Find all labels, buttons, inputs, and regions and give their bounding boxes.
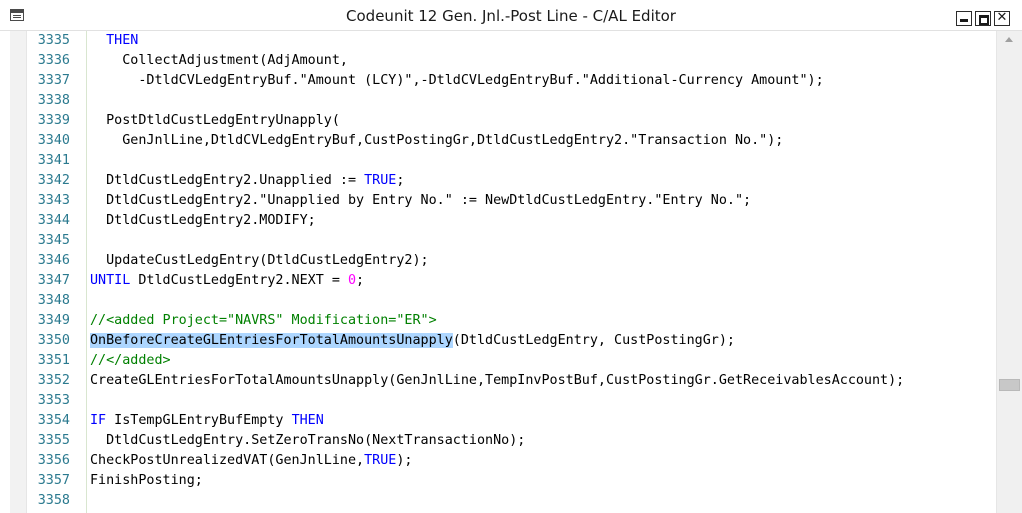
code-line[interactable]: DtldCustLedgEntry2."Unapplied by Entry N… <box>90 191 995 211</box>
code-keyword: TRUE <box>364 453 397 468</box>
code-line[interactable]: DtldCustLedgEntry2.Unapplied := TRUE; <box>90 171 995 191</box>
line-number: 3337 <box>37 73 70 88</box>
scroll-up-arrow-icon[interactable] <box>997 31 1022 49</box>
line-number: 3349 <box>37 313 70 328</box>
line-number: 3347 <box>37 273 70 288</box>
code-text: CheckPostUnrealizedVAT(GenJnlLine, <box>90 453 365 468</box>
line-number: 3340 <box>37 133 70 148</box>
code-line[interactable]: FinishPosting; <box>90 471 995 491</box>
window-left-border <box>0 31 10 513</box>
code-line[interactable]: IF IsTempGLEntryBufEmpty THEN <box>90 411 995 431</box>
code-text: -DtldCVLedgEntryBuf."Amount (LCY)",-Dtld… <box>90 73 824 88</box>
code-text: CollectAdjustment(AdjAmount, <box>90 53 348 68</box>
code-line[interactable]: DtldCustLedgEntry.SetZeroTransNo(NextTra… <box>90 431 995 451</box>
code-line[interactable] <box>90 491 995 511</box>
code-line[interactable]: OnBeforeCreateGLEntriesForTotalAmountsUn… <box>90 331 995 351</box>
code-line[interactable] <box>90 391 995 411</box>
code-text: ; <box>396 173 405 188</box>
line-number: 3353 <box>37 393 70 408</box>
editor-gutter <box>10 31 27 513</box>
line-number: 3338 <box>37 93 70 108</box>
line-number: 3335 <box>37 33 70 48</box>
code-line[interactable] <box>90 91 995 111</box>
code-keyword: THEN <box>291 413 324 428</box>
code-line[interactable] <box>90 151 995 171</box>
code-line[interactable]: UpdateCustLedgEntry(DtldCustLedgEntry2); <box>90 251 995 271</box>
code-text: ); <box>396 453 413 468</box>
line-number: 3357 <box>37 473 70 488</box>
code-text: ; <box>356 273 365 288</box>
code-text: UpdateCustLedgEntry(DtldCustLedgEntry2); <box>90 253 429 268</box>
vertical-scrollbar[interactable] <box>996 31 1022 513</box>
window-title: Codeunit 12 Gen. Jnl.-Post Line - C/AL E… <box>346 7 676 25</box>
line-number-column: 3335 3336 3337 3338 3339 3340 3341 3342 3343 3344… <box>26 31 86 513</box>
code-text: PostDtldCustLedgEntryUnapply( <box>90 113 340 128</box>
line-number: 3352 <box>37 373 70 388</box>
line-number: 3345 <box>37 233 70 248</box>
code-text: FinishPosting; <box>90 473 203 488</box>
line-number: 3339 <box>37 113 70 128</box>
line-number: 3355 <box>37 433 70 448</box>
code-number: 0 <box>347 273 357 288</box>
code-text: DtldCustLedgEntry2.MODIFY; <box>90 213 316 228</box>
code-keyword: IF <box>90 413 107 428</box>
line-number: 3356 <box>37 453 70 468</box>
line-number: 3346 <box>37 253 70 268</box>
code-line[interactable]: CreateGLEntriesForTotalAmountsUnapply(Ge… <box>90 371 995 391</box>
code-line[interactable]: -DtldCVLedgEntryBuf."Amount (LCY)",-Dtld… <box>90 71 995 91</box>
close-icon: ✕ <box>996 10 1008 25</box>
code-line[interactable]: CheckPostUnrealizedVAT(GenJnlLine,TRUE); <box>90 451 995 471</box>
line-number: 3336 <box>37 53 70 68</box>
code-line[interactable]: DtldCustLedgEntry2.MODIFY; <box>90 211 995 231</box>
code-keyword: TRUE <box>364 173 397 188</box>
code-line[interactable]: THEN <box>90 31 995 51</box>
minimize-button[interactable] <box>956 11 972 26</box>
code-text: DtldCustLedgEntry2.NEXT = <box>130 273 348 288</box>
selected-text: OnBeforeCreateGLEntriesForTotalAmountsUn… <box>90 333 453 348</box>
line-number: 3351 <box>37 353 70 368</box>
code-editor[interactable]: THEN CollectAdjustment(AdjAmount, -DtldC… <box>90 31 995 513</box>
code-text: IsTempGLEntryBufEmpty <box>106 413 292 428</box>
code-text: DtldCustLedgEntry.SetZeroTransNo(NextTra… <box>90 433 526 448</box>
close-button[interactable]: ✕ <box>994 10 1010 26</box>
code-comment: //<added Project="NAVRS" Modification="E… <box>90 313 437 328</box>
line-number: 3342 <box>37 173 70 188</box>
code-line[interactable] <box>90 291 995 311</box>
code-line[interactable]: CollectAdjustment(AdjAmount, <box>90 51 995 71</box>
code-keyword: UNTIL <box>90 273 131 288</box>
code-line[interactable]: UNTIL DtldCustLedgEntry2.NEXT = 0; <box>90 271 995 291</box>
line-number: 3344 <box>37 213 70 228</box>
code-line[interactable]: //<added Project="NAVRS" Modification="E… <box>90 311 995 331</box>
code-line[interactable]: PostDtldCustLedgEntryUnapply( <box>90 111 995 131</box>
line-number: 3358 <box>37 493 70 508</box>
code-comment: //</added> <box>90 353 171 368</box>
line-number: 3341 <box>37 153 70 168</box>
code-line[interactable]: //</added> <box>90 351 995 371</box>
code-line[interactable] <box>90 231 995 251</box>
scrollbar-thumb[interactable] <box>999 378 1020 391</box>
title-bar: Codeunit 12 Gen. Jnl.-Post Line - C/AL E… <box>0 0 1022 31</box>
gutter-separator <box>86 31 87 513</box>
code-keyword: THEN <box>106 33 139 48</box>
line-number: 3354 <box>37 413 70 428</box>
code-text: DtldCustLedgEntry2."Unapplied by Entry N… <box>90 193 752 208</box>
maximize-button[interactable] <box>975 11 991 26</box>
code-text: DtldCustLedgEntry2.Unapplied := <box>90 173 365 188</box>
code-text: CreateGLEntriesForTotalAmountsUnapply(Ge… <box>90 373 905 388</box>
code-line[interactable]: GenJnlLine,DtldCVLedgEntryBuf,CustPostin… <box>90 131 995 151</box>
line-number: 3343 <box>37 193 70 208</box>
line-number: 3350 <box>37 333 70 348</box>
code-text: (DtldCustLedgEntry, CustPostingGr); <box>452 333 735 348</box>
line-number: 3348 <box>37 293 70 308</box>
code-text: GenJnlLine,DtldCVLedgEntryBuf,CustPostin… <box>90 133 784 148</box>
